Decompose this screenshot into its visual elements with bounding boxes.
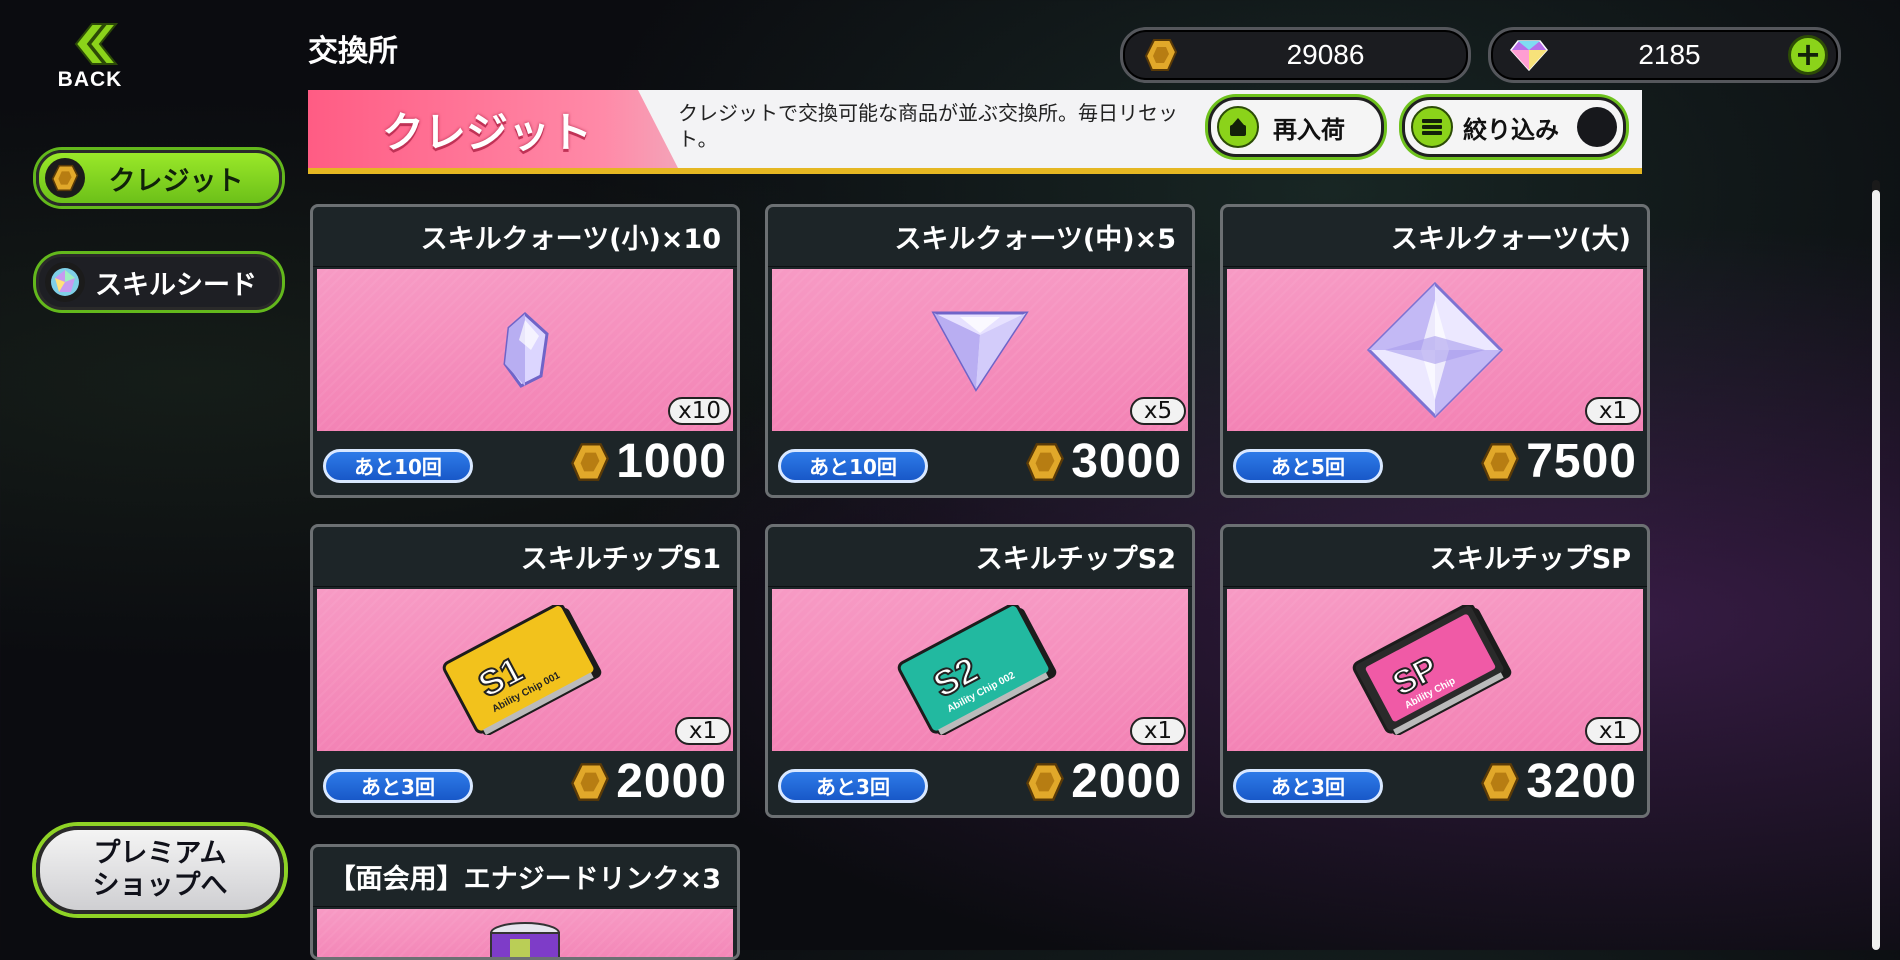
- item-price: 2000: [570, 754, 727, 809]
- shop-item-card[interactable]: スキルチップS2 S2 Ability Chip 002 x1 あと3回 200…: [765, 524, 1195, 818]
- price-value: 1000: [616, 435, 727, 488]
- sidebar-item-skill-seed[interactable]: スキルシード: [36, 254, 282, 310]
- item-quantity: x5: [1130, 397, 1186, 425]
- diamond-icon: [1507, 33, 1551, 77]
- restock-button[interactable]: 再入荷: [1208, 97, 1384, 157]
- credit-coin-icon: [571, 442, 610, 481]
- item-quantity: x10: [668, 397, 731, 425]
- item-image: S2 Ability Chip 002: [772, 589, 1188, 751]
- remaining-count-badge: あと3回: [778, 769, 928, 803]
- remaining-count-badge: あと3回: [1233, 769, 1383, 803]
- item-quantity: x1: [1130, 717, 1186, 745]
- item-image: [1227, 269, 1643, 431]
- item-name: スキルチップS1: [313, 527, 737, 587]
- filter-toggle[interactable]: [1577, 107, 1617, 147]
- item-price: 1000: [570, 434, 727, 489]
- price-value: 2000: [616, 755, 727, 808]
- category-description: クレジットで交換可能な商品が並ぶ交換所。毎日リセット。: [678, 101, 1178, 151]
- item-name: スキルクォーツ(小)×10: [313, 207, 737, 267]
- gem-amount: 2185: [1638, 39, 1701, 70]
- sidebar-item-label: クレジット: [108, 165, 244, 197]
- scrollbar-thumb[interactable]: [1872, 190, 1880, 950]
- gem-balance: 2185 +: [1488, 27, 1841, 83]
- category-title: クレジット: [308, 90, 678, 168]
- skill-chip-s2-icon: S2 Ability Chip 002: [897, 605, 1057, 735]
- credit-coin-icon: [1139, 33, 1183, 77]
- item-name: スキルチップSP: [1223, 527, 1647, 587]
- credit-coin-icon: [1026, 442, 1065, 481]
- back-label: BACK: [57, 68, 123, 91]
- price-value: 3200: [1526, 755, 1637, 808]
- shop-item-card[interactable]: スキルチップSP SP Ability Chip x1 あと3回 3200: [1220, 524, 1650, 818]
- skill-chip-sp-icon: SP Ability Chip: [1352, 605, 1512, 735]
- item-name: スキルチップS2: [768, 527, 1192, 587]
- energy-drink-icon: [490, 922, 560, 957]
- credit-coin-icon: [571, 762, 610, 801]
- remaining-count-badge: あと3回: [323, 769, 473, 803]
- skill-seed-icon: [45, 262, 85, 302]
- credit-coin-icon: [1481, 762, 1520, 801]
- category-banner: クレジット クレジットで交換可能な商品が並ぶ交換所。毎日リセット。 再入荷 絞り…: [308, 90, 1642, 174]
- filter-label: 絞り込み: [1463, 115, 1559, 144]
- shop-item-card[interactable]: スキルチップS1 S1 Ability Chip 001 x1 あと3回 200…: [310, 524, 740, 818]
- restock-icon: [1217, 106, 1259, 148]
- large-quartz-icon: [1366, 281, 1504, 419]
- item-image: [317, 909, 733, 957]
- price-value: 7500: [1526, 435, 1637, 488]
- credit-coin-icon: [1026, 762, 1065, 801]
- item-price: 3200: [1480, 754, 1637, 809]
- premium-shop-label-2: ショップへ: [92, 870, 228, 901]
- item-image: [772, 269, 1188, 431]
- remaining-count-badge: あと10回: [323, 449, 473, 483]
- item-quantity: x1: [1585, 717, 1641, 745]
- premium-shop-label-1: プレミアム: [93, 838, 227, 869]
- price-value: 2000: [1071, 755, 1182, 808]
- shop-item-card[interactable]: スキルクォーツ(小)×10 x10 あと10回 1000: [310, 204, 740, 498]
- page-title: 交換所: [308, 34, 398, 69]
- filter-button[interactable]: 絞り込み: [1402, 97, 1626, 157]
- scrollbar[interactable]: [1872, 180, 1880, 950]
- item-price: 3000: [1025, 434, 1182, 489]
- shop-item-card[interactable]: スキルクォーツ(大) x1 あと5回 7500: [1220, 204, 1650, 498]
- small-quartz-icon: [503, 311, 549, 388]
- item-quantity: x1: [1585, 397, 1641, 425]
- item-name: スキルクォーツ(大): [1223, 207, 1647, 267]
- add-gems-button[interactable]: +: [1788, 35, 1828, 75]
- credit-balance: 29086: [1120, 27, 1471, 83]
- item-image: SP Ability Chip: [1227, 589, 1643, 751]
- credit-amount: 29086: [1286, 39, 1365, 70]
- credit-coin-icon: [1481, 442, 1520, 481]
- price-value: 3000: [1071, 435, 1182, 488]
- shop-item-card[interactable]: 【面会用】エナジードリンク×3: [310, 844, 740, 960]
- skill-chip-s1-icon: S1 Ability Chip 001: [442, 605, 602, 735]
- chevron-left-icon: [74, 23, 118, 65]
- premium-shop-button[interactable]: プレミアム ショップへ: [36, 826, 284, 914]
- item-price: 7500: [1480, 434, 1637, 489]
- item-image: S1 Ability Chip 001: [317, 589, 733, 751]
- sidebar-item-credit[interactable]: クレジット: [36, 150, 282, 206]
- remaining-count-badge: あと10回: [778, 449, 928, 483]
- item-name: 【面会用】エナジードリンク×3: [313, 847, 737, 907]
- sidebar-item-label: スキルシード: [95, 269, 257, 301]
- restock-label: 再入荷: [1273, 115, 1345, 144]
- shop-item-card[interactable]: スキルクォーツ(中)×5 x5 あと10回 3000: [765, 204, 1195, 498]
- remaining-count-badge: あと5回: [1233, 449, 1383, 483]
- item-price: 2000: [1025, 754, 1182, 809]
- credit-coin-icon: [45, 158, 85, 198]
- item-quantity: x1: [675, 717, 731, 745]
- back-button[interactable]: BACK: [40, 22, 140, 92]
- medium-quartz-icon: [931, 311, 1029, 392]
- item-name: スキルクォーツ(中)×5: [768, 207, 1192, 267]
- filter-list-icon: [1411, 106, 1453, 148]
